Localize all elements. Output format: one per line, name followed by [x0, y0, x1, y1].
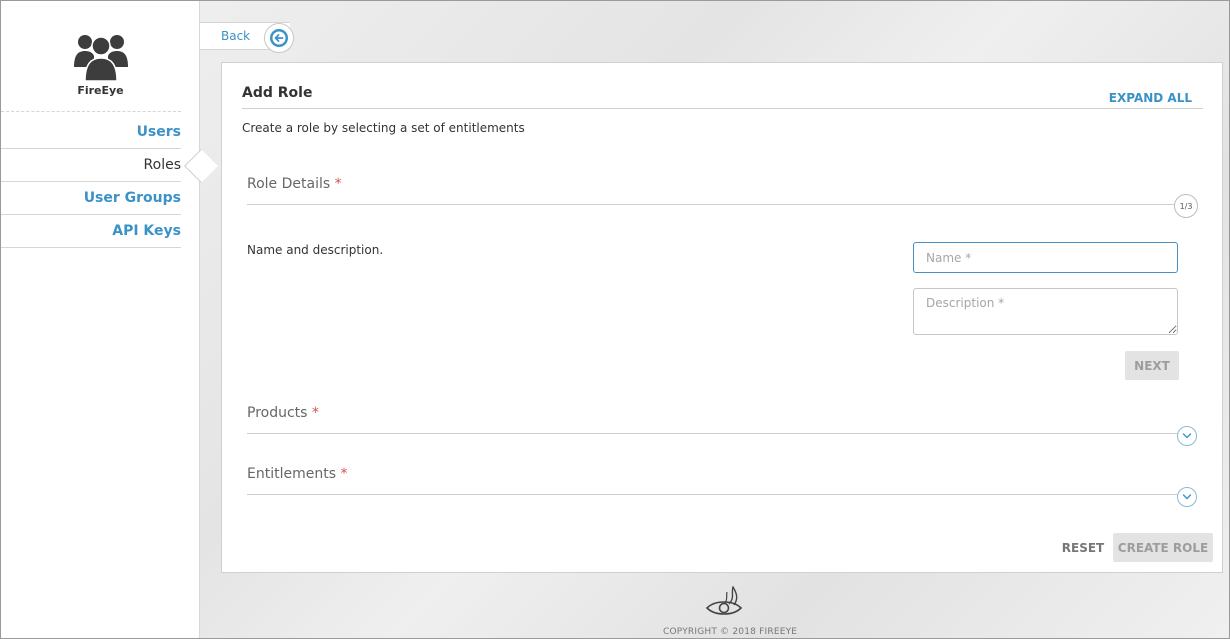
sidebar-item-api-keys[interactable]: API Keys: [1, 215, 181, 248]
user-group-icon: [73, 35, 128, 81]
chevron-down-icon: [1182, 433, 1192, 439]
app-window: FireEye Users Roles User Groups API Keys…: [0, 0, 1230, 639]
section-divider: [247, 204, 1193, 205]
description-input[interactable]: [913, 288, 1178, 335]
section-description: Name and description.: [247, 243, 384, 257]
sidebar-item-user-groups[interactable]: User Groups: [1, 182, 181, 215]
step-indicator: 1/3: [1174, 194, 1198, 218]
products-expand-toggle[interactable]: [1177, 426, 1197, 446]
next-button[interactable]: NEXT: [1125, 351, 1179, 380]
fireeye-logo-icon: [705, 585, 743, 615]
brand-divider: [1, 111, 181, 112]
section-title-text: Entitlements: [247, 466, 336, 482]
page-title: Add Role: [242, 85, 313, 101]
name-input[interactable]: [913, 242, 1178, 273]
section-divider: [247, 433, 1193, 434]
brand: FireEye: [1, 29, 200, 97]
back-link[interactable]: Back: [221, 29, 250, 43]
sidebar-item-roles[interactable]: Roles: [1, 149, 181, 182]
required-marker: *: [311, 405, 319, 421]
section-title-products[interactable]: Products *: [247, 405, 319, 421]
expand-all-link[interactable]: EXPAND ALL: [1109, 91, 1192, 105]
sidebar-item-users[interactable]: Users: [1, 116, 181, 149]
back-arrow-icon: [270, 29, 288, 47]
section-title-role-details[interactable]: Role Details *: [247, 176, 342, 192]
reset-button[interactable]: RESET: [1058, 533, 1108, 562]
section-divider: [247, 494, 1193, 495]
title-divider: [242, 108, 1203, 109]
copyright-text: COPYRIGHT © 2018 FIREEYE: [663, 627, 798, 637]
sidebar-nav: Users Roles User Groups API Keys: [1, 116, 181, 248]
section-title-text: Role Details: [247, 176, 331, 192]
section-title-text: Products: [247, 405, 308, 421]
footer-logo: [705, 585, 743, 624]
section-title-entitlements[interactable]: Entitlements *: [247, 466, 347, 482]
required-marker: *: [334, 176, 342, 192]
sidebar: FireEye Users Roles User Groups API Keys: [1, 1, 200, 638]
required-marker: *: [340, 466, 348, 482]
add-role-card: Add Role EXPAND ALL Create a role by sel…: [221, 62, 1223, 573]
chevron-down-icon: [1182, 494, 1192, 500]
brand-name: FireEye: [77, 84, 124, 97]
back-button[interactable]: [264, 23, 294, 53]
entitlements-expand-toggle[interactable]: [1177, 487, 1197, 507]
create-role-button[interactable]: CREATE ROLE: [1113, 533, 1213, 562]
page-subtitle: Create a role by selecting a set of enti…: [242, 121, 525, 135]
